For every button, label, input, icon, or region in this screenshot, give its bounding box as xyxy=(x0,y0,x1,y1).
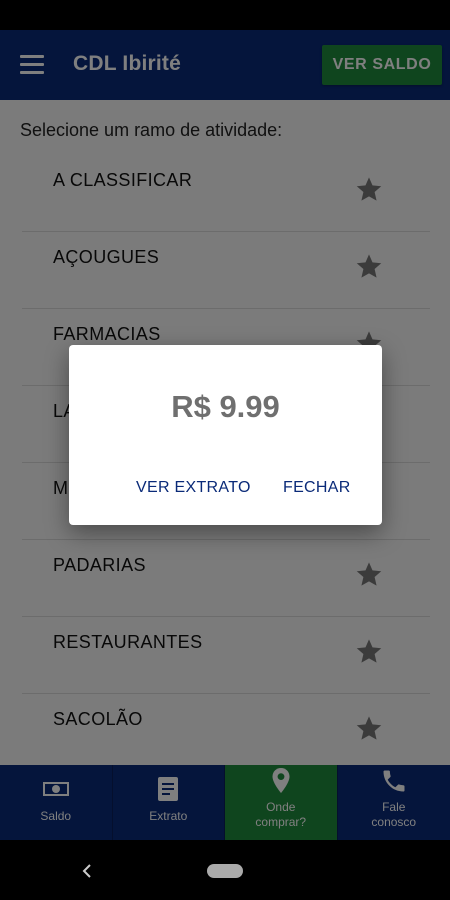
fechar-button[interactable]: FECHAR xyxy=(283,479,351,497)
back-icon[interactable] xyxy=(78,862,96,880)
status-bar xyxy=(0,0,450,30)
balance-amount: R$ 9.99 xyxy=(171,389,280,424)
home-button[interactable] xyxy=(207,864,243,878)
balance-dialog: R$ 9.99 VER EXTRATO FECHAR xyxy=(69,345,382,525)
ver-extrato-button[interactable]: VER EXTRATO xyxy=(136,479,251,497)
